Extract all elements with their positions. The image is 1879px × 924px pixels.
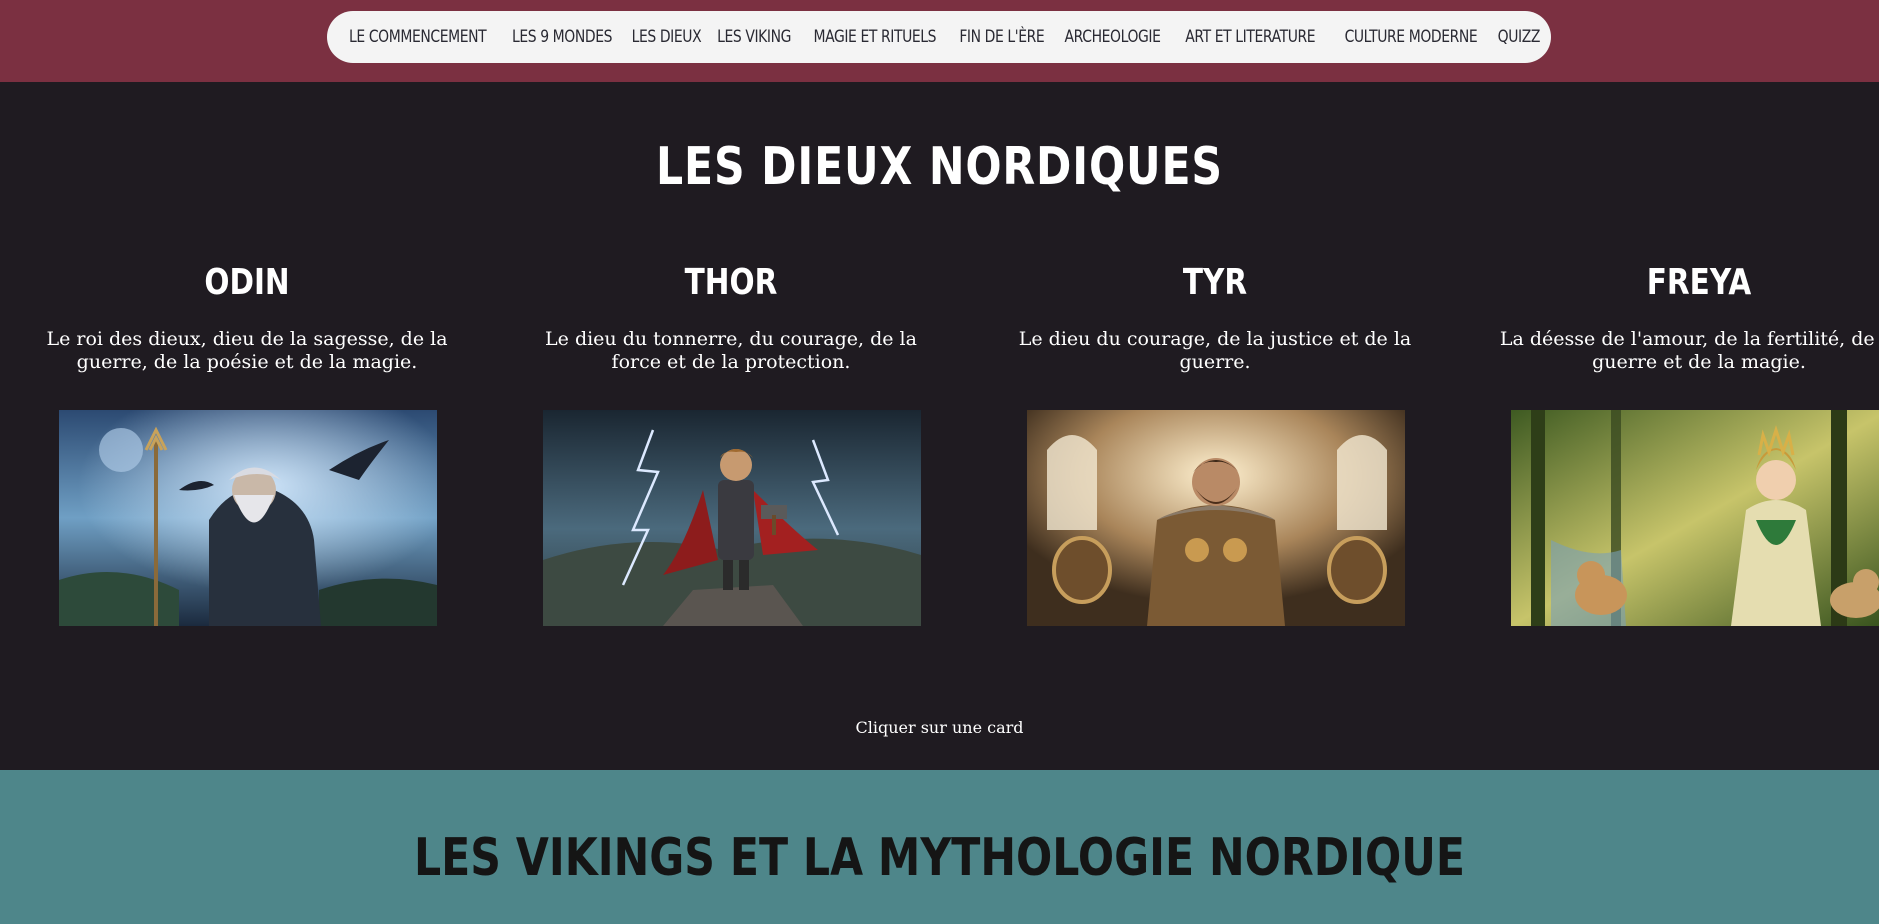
- god-card-tyr[interactable]: TYR Le dieu du courage, de la justice et…: [995, 262, 1435, 642]
- card-description: Le dieu du tonnerre, du courage, de la f…: [545, 328, 917, 373]
- nav-item-culture-moderne[interactable]: CULTURE MODERNE: [1345, 27, 1478, 47]
- nav-item-viking[interactable]: LES VIKING: [717, 27, 791, 47]
- god-card-freya[interactable]: FREYA La déesse de l'amour, de la fertil…: [1479, 262, 1879, 642]
- click-card-hint: Cliquer sur une card: [855, 718, 1024, 737]
- nav-item-archeologie[interactable]: ARCHEOLOGIE: [1064, 27, 1160, 47]
- nav-item-dieux[interactable]: LES DIEUX: [631, 27, 701, 47]
- gods-section-title: LES DIEUX NORDIQUES: [656, 137, 1223, 197]
- thor-illustration: [543, 410, 921, 626]
- gods-section: LES DIEUX NORDIQUES ODIN Le roi des dieu…: [0, 82, 1879, 770]
- freya-illustration: [1511, 410, 1879, 626]
- nav-item-fin-ere[interactable]: FIN DE L'ÈRE: [959, 27, 1044, 47]
- vikings-section-title: LES VIKINGS ET LA MYTHOLOGIE NORDIQUE: [413, 828, 1466, 888]
- vikings-section: LES VIKINGS ET LA MYTHOLOGIE NORDIQUE: [0, 770, 1879, 924]
- top-bar: LE COMMENCEMENT LES 9 MONDES LES DIEUX L…: [0, 0, 1879, 82]
- main-navigation: LE COMMENCEMENT LES 9 MONDES LES DIEUX L…: [327, 11, 1551, 63]
- nav-item-9-mondes[interactable]: LES 9 MONDES: [512, 27, 612, 47]
- card-description: Le dieu du courage, de la justice et de …: [1018, 328, 1412, 373]
- god-card-thor[interactable]: THOR Le dieu du tonnerre, du courage, de…: [511, 262, 951, 642]
- card-name: ODIN: [204, 262, 290, 303]
- nav-item-art-literature[interactable]: ART ET LITERATURE: [1186, 27, 1316, 47]
- tyr-illustration: [1027, 410, 1405, 626]
- card-name: TYR: [1182, 262, 1248, 303]
- nav-item-commencement[interactable]: LE COMMENCEMENT: [349, 27, 487, 47]
- card-description: La déesse de l'amour, de la fertilité, d…: [1499, 328, 1879, 373]
- god-card-odin[interactable]: ODIN Le roi des dieux, dieu de la sagess…: [27, 262, 467, 642]
- card-description: Le roi des dieux, dieu de la sagesse, de…: [46, 328, 448, 373]
- nav-item-quizz[interactable]: QUIZZ: [1497, 27, 1540, 47]
- card-name: FREYA: [1646, 262, 1752, 303]
- nav-item-magie-rituels[interactable]: MAGIE ET RITUELS: [813, 27, 936, 47]
- odin-illustration: [59, 410, 437, 626]
- card-name: THOR: [684, 262, 778, 303]
